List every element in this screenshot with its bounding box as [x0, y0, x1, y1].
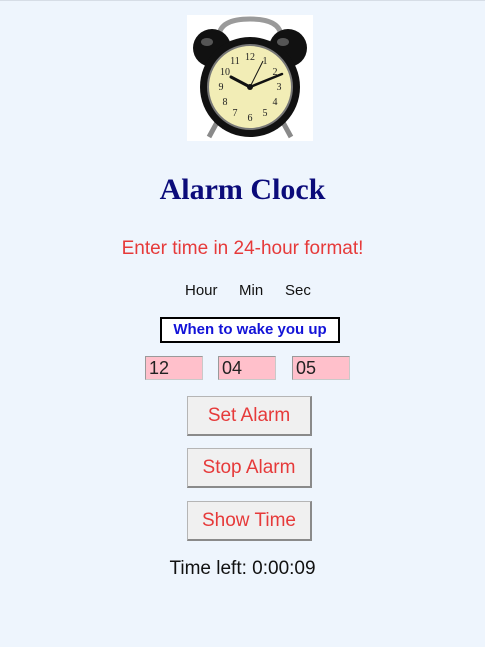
format-instruction: Enter time in 24-hour format! [121, 238, 364, 259]
min-label: Min [239, 282, 264, 299]
svg-text:11: 11 [230, 56, 240, 67]
alarm-clock-icon: 12 1 2 3 4 5 6 7 8 9 10 11 [193, 16, 307, 139]
svg-text:3: 3 [277, 82, 282, 93]
set-alarm-button[interactable]: Set Alarm [187, 396, 312, 436]
page-title: Alarm Clock [159, 173, 326, 206]
sec-input[interactable] [292, 356, 350, 380]
svg-text:9: 9 [219, 82, 224, 93]
svg-text:5: 5 [263, 108, 268, 119]
svg-text:8: 8 [223, 97, 228, 108]
alarm-clock-image: 12 1 2 3 4 5 6 7 8 9 10 11 [187, 15, 313, 141]
svg-text:7: 7 [233, 108, 238, 119]
wake-time-label: When to wake you up [160, 317, 340, 343]
svg-text:6: 6 [248, 113, 253, 124]
hour-label: Hour [185, 282, 218, 299]
time-left-status: Time left: 0:00:09 [169, 558, 316, 579]
stop-alarm-button[interactable]: Stop Alarm [187, 448, 312, 488]
svg-text:10: 10 [220, 67, 230, 78]
sec-label: Sec [285, 282, 311, 299]
svg-text:12: 12 [245, 52, 255, 63]
show-time-button[interactable]: Show Time [187, 501, 312, 541]
svg-text:4: 4 [273, 97, 278, 108]
hour-input[interactable] [145, 356, 203, 380]
min-input[interactable] [218, 356, 276, 380]
